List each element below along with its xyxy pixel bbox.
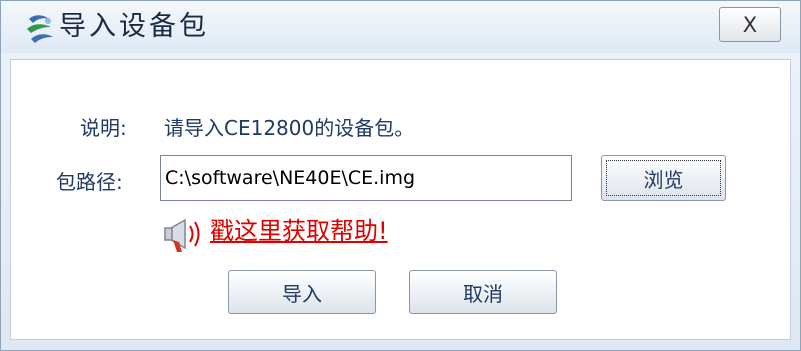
title-bar[interactable]: 导入设备包 X bbox=[1, 1, 800, 53]
package-import-icon bbox=[27, 15, 53, 43]
package-path-label: 包路径: bbox=[56, 170, 123, 194]
package-path-input[interactable] bbox=[160, 155, 572, 201]
focus-rectangle bbox=[606, 160, 721, 196]
close-button[interactable]: X bbox=[719, 7, 781, 42]
description-label: 说明: bbox=[80, 116, 127, 140]
help-link[interactable]: 戳这里获取帮助! bbox=[210, 215, 388, 247]
import-button[interactable]: 导入 bbox=[228, 270, 376, 314]
dialog-title: 导入设备包 bbox=[59, 11, 209, 42]
import-package-dialog: 导入设备包 X 说明: 请导入CE12800的设备包。 包路径: 浏览 戳这里获… bbox=[0, 0, 801, 351]
megaphone-icon bbox=[164, 218, 200, 252]
browse-button[interactable]: 浏览 bbox=[601, 155, 726, 201]
content-panel: 说明: 请导入CE12800的设备包。 包路径: 浏览 戳这里获取帮助! 导入 … bbox=[10, 59, 791, 340]
cancel-button[interactable]: 取消 bbox=[409, 270, 557, 314]
description-text: 请导入CE12800的设备包。 bbox=[164, 116, 415, 140]
